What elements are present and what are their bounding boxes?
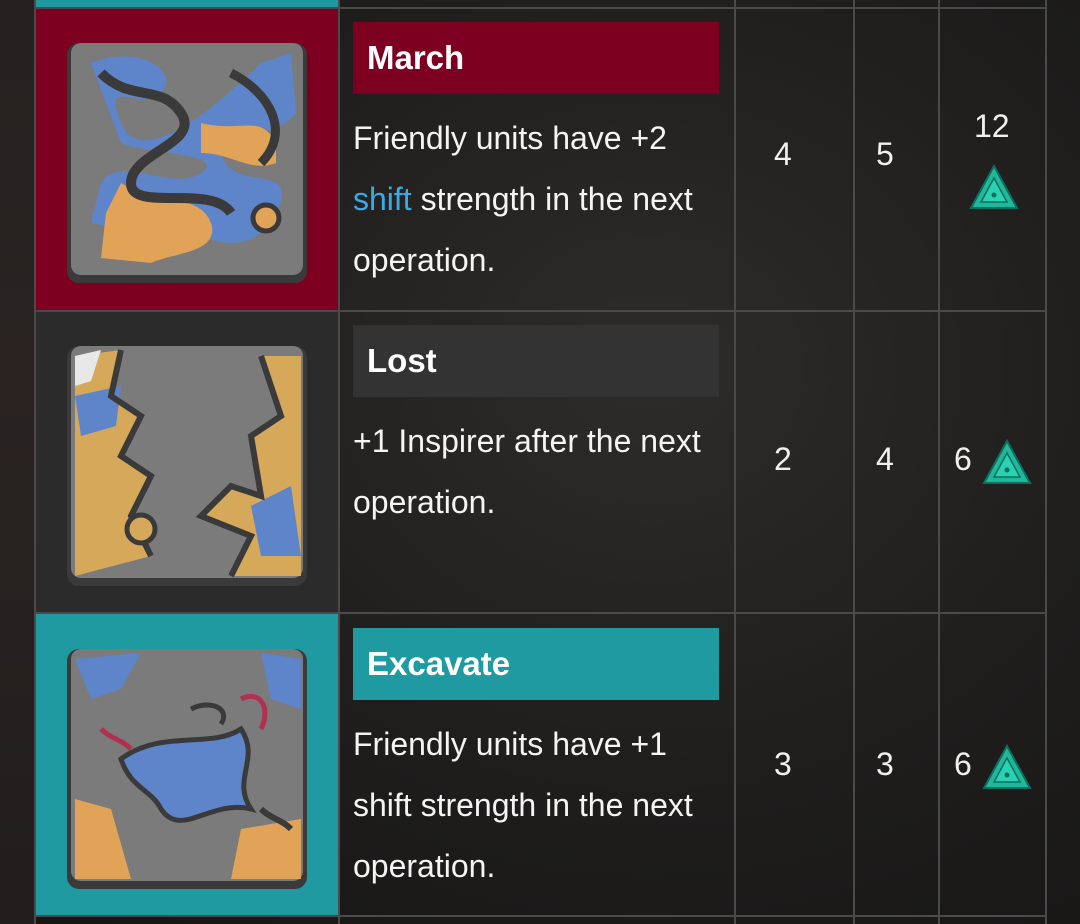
- grid-line: [938, 0, 940, 924]
- card-description: Friendly units have +2 shift strength in…: [353, 108, 723, 291]
- grid-line: [853, 0, 855, 924]
- table-row: Lost +1 Inspirer after the next operatio…: [34, 311, 1047, 613]
- stat-col2: 4: [876, 441, 894, 477]
- description-text: Friendly units have +2: [353, 120, 667, 156]
- stat-col2: 5: [876, 136, 894, 172]
- grid-line: [338, 0, 340, 924]
- tile-cell: [34, 614, 339, 916]
- stat-col1: 2: [774, 441, 792, 477]
- description-cell: Excavate Friendly units have +1 shift st…: [339, 614, 735, 916]
- stat-col2: 3: [876, 746, 894, 782]
- grid-line: [34, 7, 1047, 9]
- description-cell: Lost +1 Inspirer after the next operatio…: [339, 311, 735, 613]
- grid-line: [34, 915, 1047, 917]
- stat-col3: 12: [974, 108, 1010, 144]
- table-row: Excavate Friendly units have +1 shift st…: [34, 614, 1047, 916]
- tile-cell: [34, 311, 339, 613]
- card-title: Excavate: [353, 628, 719, 700]
- triangle-crystal-icon: [982, 439, 1032, 484]
- description-cell: March Friendly units have +2 shift stren…: [339, 8, 735, 310]
- stat-col1: 4: [774, 136, 792, 172]
- page-background-left: [0, 0, 34, 924]
- grid-line: [734, 0, 736, 924]
- march-tile-image: [66, 43, 307, 283]
- card-title: March: [353, 22, 719, 94]
- grid-line: [1045, 0, 1047, 924]
- card-description: +1 Inspirer after the next operation.: [353, 423, 701, 520]
- tile-cell: [34, 8, 339, 310]
- card-title: Lost: [353, 325, 719, 397]
- shift-link[interactable]: shift: [353, 181, 412, 217]
- excavate-tile-image: [66, 649, 307, 889]
- triangle-crystal-icon: [969, 164, 1019, 209]
- stat-col1: 3: [774, 746, 792, 782]
- stat-col3: 6: [954, 441, 972, 477]
- triangle-crystal-icon: [982, 744, 1032, 789]
- grid-line: [34, 0, 36, 924]
- card-table: March Friendly units have +2 shift stren…: [34, 0, 1047, 924]
- grid-line: [34, 612, 1047, 614]
- card-description: Friendly units have +1 shift strength in…: [353, 726, 693, 884]
- table-row: March Friendly units have +2 shift stren…: [34, 8, 1047, 310]
- grid-line: [34, 310, 1047, 312]
- stat-col3: 6: [954, 746, 972, 782]
- lost-tile-image: [66, 346, 307, 586]
